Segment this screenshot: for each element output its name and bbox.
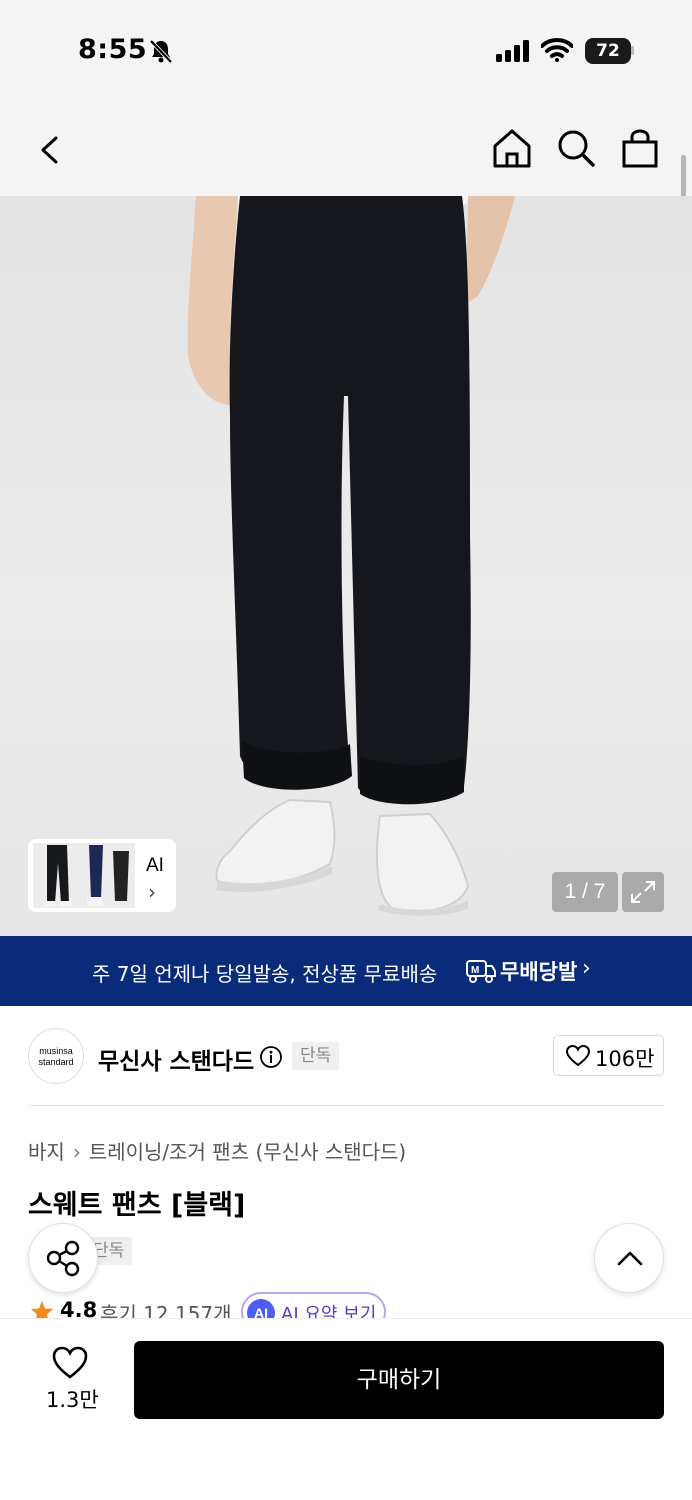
battery-cap <box>631 46 634 55</box>
shopping-bag-icon[interactable] <box>618 126 662 170</box>
brand-like-button[interactable]: 106만 <box>553 1035 664 1076</box>
back-icon[interactable] <box>30 130 70 170</box>
bell-off-icon <box>149 39 173 64</box>
delivery-truck-icon: M <box>466 960 496 983</box>
brand-logo-line2: standard <box>38 1057 74 1067</box>
wishlist-count: 1.3만 <box>46 1388 99 1412</box>
info-icon[interactable] <box>259 1045 283 1069</box>
brand-logo[interactable]: musinsa standard <box>28 1028 84 1084</box>
divider <box>28 1105 664 1106</box>
brand-logo-line1: musinsa <box>39 1046 73 1056</box>
chevron-right-icon: › <box>148 880 156 904</box>
ai-fitting-thumbnail[interactable] <box>33 843 135 908</box>
delivery-banner[interactable]: 주 7일 언제나 당일발송, 전상품 무료배송 M 무배당발 › <box>0 936 692 1006</box>
breadcrumb-item[interactable]: 바지 <box>28 1140 65 1164</box>
scroll-top-button[interactable] <box>594 1223 664 1293</box>
thumbnail-figures <box>33 843 135 908</box>
ai-fitting-label: AI <box>146 855 164 876</box>
heart-icon[interactable] <box>52 1346 88 1379</box>
expand-icon[interactable] <box>622 872 664 912</box>
brand-name[interactable]: 무신사 스탠다드 <box>98 1042 254 1076</box>
chevron-right-icon: › <box>582 956 591 981</box>
search-icon[interactable] <box>554 126 598 170</box>
brand-like-count: 106만 <box>595 1047 655 1071</box>
signal-icon <box>496 40 529 62</box>
chevron-right-icon: › <box>72 1140 81 1164</box>
share-icon <box>46 1240 80 1277</box>
svg-text:M: M <box>471 965 479 976</box>
wifi-icon <box>541 38 573 62</box>
share-button[interactable] <box>28 1223 98 1293</box>
heart-icon <box>566 1045 590 1067</box>
chevron-up-icon <box>617 1251 643 1266</box>
home-icon[interactable] <box>490 126 534 170</box>
status-time: 8:55 <box>78 34 148 65</box>
exclusive-badge: 단독 <box>292 1042 340 1070</box>
product-title: 스웨트 팬츠 [블랙] <box>28 1190 246 1221</box>
banner-text: 주 7일 언제나 당일발송, 전상품 무료배송 <box>92 962 438 986</box>
battery-level: 72 <box>596 41 620 61</box>
image-counter: 1 / 7 <box>552 872 618 912</box>
breadcrumb-item[interactable]: 트레이닝/조거 팬츠 (무신사 스탠다드) <box>89 1140 406 1164</box>
buy-button[interactable]: 구매하기 <box>134 1341 664 1419</box>
product-photo <box>187 196 515 916</box>
product-image[interactable] <box>0 196 692 936</box>
banner-brand: 무배당발 <box>500 960 578 984</box>
breadcrumb: 바지 › 트레이닝/조거 팬츠 (무신사 스탠다드) <box>28 1136 406 1165</box>
